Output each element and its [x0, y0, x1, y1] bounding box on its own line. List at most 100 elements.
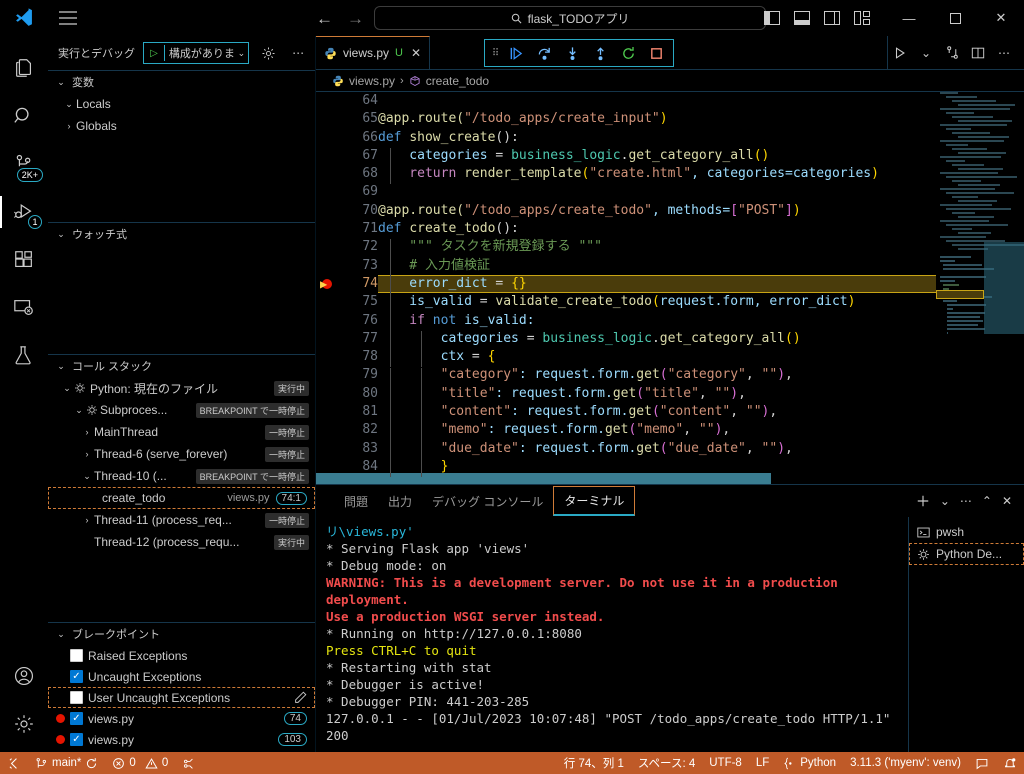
status-branch[interactable]: main* — [28, 752, 105, 774]
sidebar-item-remote-explorer[interactable] — [0, 284, 48, 332]
breakpoint-row-selected[interactable]: User Uncaught Exceptions — [48, 687, 315, 708]
remote-indicator[interactable] — [0, 752, 28, 774]
call-stack-row-selected[interactable]: create_todo views.py 74:1 — [48, 487, 315, 509]
status-encoding[interactable]: UTF-8 — [702, 752, 749, 774]
breakpoint-row[interactable]: ✓ Uncaught Exceptions — [48, 666, 315, 687]
tree-item-locals[interactable]: ⌄ Locals — [48, 93, 315, 115]
sidebar-item-source-control[interactable]: 2K+ — [0, 140, 48, 188]
toggle-panel-icon[interactable] — [794, 11, 810, 25]
call-stack-row[interactable]: Thread-12 (process_requ... 実行中 — [48, 531, 315, 553]
call-stack-row[interactable]: ⌄ Thread-10 (... BREAKPOINT で一時停止 — [48, 465, 315, 487]
ellipsis-icon[interactable]: ⋯ — [992, 41, 1016, 65]
tab-terminal[interactable]: ターミナル — [553, 486, 636, 516]
debug-toolbar-drag-handle[interactable]: ⠿ — [489, 48, 501, 59]
breakpoint-checkbox[interactable] — [70, 691, 83, 704]
call-stack-row[interactable]: ⌄ Python: 現在のファイル 実行中 — [48, 377, 315, 399]
sidebar-item-testing[interactable] — [0, 332, 48, 380]
call-stack-row[interactable]: › MainThread 一時停止 — [48, 421, 315, 443]
plus-icon[interactable] — [916, 494, 930, 508]
code-line[interactable]: 64 — [316, 92, 936, 110]
code-line[interactable]: 75 is_valid = validate_create_todo(reque… — [316, 293, 936, 311]
breakpoints-section-header[interactable]: ⌄ ブレークポイント — [48, 623, 315, 645]
maximize-button[interactable] — [932, 0, 978, 36]
toggle-secondary-sidebar-icon[interactable] — [824, 11, 840, 25]
status-language-mode[interactable]: Python — [776, 752, 843, 774]
watch-section-header[interactable]: ⌄ ウォッチ式 — [48, 223, 315, 245]
menu-button[interactable] — [48, 11, 88, 25]
call-stack-section-header[interactable]: ⌄ コール スタック — [48, 355, 315, 377]
customize-layout-icon[interactable] — [854, 11, 870, 25]
terminal-instance-python-debug[interactable]: Python De... — [909, 543, 1024, 565]
sidebar-item-run-and-debug[interactable]: 1 — [0, 188, 48, 236]
breakpoint-row[interactable]: ✓ views.py 103 — [48, 729, 315, 750]
step-out-icon[interactable] — [587, 41, 613, 65]
code-line[interactable]: 79 "category": request.form.get("categor… — [316, 366, 936, 384]
status-problems[interactable]: 0 0 — [105, 752, 175, 774]
tab-problems[interactable]: 問題 — [334, 486, 378, 516]
breakpoint-row[interactable]: Raised Exceptions — [48, 645, 315, 666]
code-line[interactable]: 69 — [316, 183, 936, 201]
horizontal-scrollbar[interactable] — [316, 473, 771, 484]
minimize-button[interactable]: — — [886, 0, 932, 36]
stop-icon[interactable] — [643, 41, 669, 65]
call-stack-row[interactable]: ⌄ Subproces... BREAKPOINT で一時停止 — [48, 399, 315, 421]
code-line[interactable]: 83 "due_date": request.form.get("due_dat… — [316, 440, 936, 458]
variables-section-header[interactable]: ⌄ 変数 — [48, 71, 315, 93]
pencil-icon[interactable] — [294, 691, 307, 704]
continue-icon[interactable] — [503, 41, 529, 65]
launch-configuration-select[interactable]: ▷ 構成がありま ⌄ — [143, 42, 250, 64]
status-feedback[interactable] — [968, 752, 996, 774]
chevron-down-icon[interactable]: ⌄ — [914, 41, 938, 65]
accounts-button[interactable] — [0, 652, 48, 700]
breakpoint-checkbox[interactable]: ✓ — [70, 712, 83, 725]
call-stack-row[interactable]: › Thread-11 (process_req... 一時停止 — [48, 509, 315, 531]
code-line[interactable]: 78 ctx = { — [316, 348, 936, 366]
code-line[interactable]: 81 "content": request.form.get("content"… — [316, 403, 936, 421]
code-line[interactable]: 71 def create_todo(): — [316, 220, 936, 238]
code-line[interactable]: 68 return render_template("create.html",… — [316, 165, 936, 183]
open-launch-json-gear-icon[interactable] — [257, 42, 279, 64]
breakpoint-row[interactable]: ✓ views.py 74 — [48, 708, 315, 729]
sidebar-more-actions-icon[interactable]: ⋯ — [287, 42, 309, 64]
close-button[interactable]: ✕ — [978, 0, 1024, 36]
status-indentation[interactable]: スペース: 4 — [631, 752, 702, 774]
code-line[interactable]: 82 "memo": request.form.get("memo", ""), — [316, 421, 936, 439]
status-cursor-position[interactable]: 行 74、列 1 — [557, 752, 631, 774]
ellipsis-icon[interactable]: ⋯ — [960, 494, 972, 508]
step-over-icon[interactable] — [531, 41, 557, 65]
status-python-interpreter[interactable]: 3.11.3 ('myenv': venv) — [843, 752, 968, 774]
split-editor-icon[interactable] — [966, 41, 990, 65]
forward-button[interactable]: → — [347, 10, 364, 27]
sidebar-item-search[interactable] — [0, 92, 48, 140]
code-line[interactable]: 70 @app.route("/todo_apps/create_todo", m… — [316, 202, 936, 220]
code-line[interactable]: 80 "title": request.form.get("title", ""… — [316, 385, 936, 403]
status-eol[interactable]: LF — [749, 752, 776, 774]
tab-debug-console[interactable]: デバッグ コンソール — [422, 486, 553, 516]
start-debugging-icon[interactable]: ▷ — [144, 48, 164, 59]
terminal-output[interactable]: リ\views.py' * Serving Flask app 'views' … — [316, 517, 908, 752]
code-line[interactable]: 74 ▶ error_dict = {} — [316, 274, 936, 294]
call-stack-row[interactable]: › Thread-6 (serve_forever) 一時停止 — [48, 443, 315, 465]
play-icon[interactable] — [888, 41, 912, 65]
code-scroll[interactable]: 64 65 @app.route("/todo_apps/create_input… — [316, 92, 936, 484]
terminal-instance-pwsh[interactable]: pwsh — [909, 521, 1024, 543]
tab-views-py[interactable]: views.py U ✕ — [316, 36, 431, 69]
chevron-down-icon[interactable]: ⌄ — [234, 48, 248, 59]
code-line[interactable]: 73 # 入力値検証 — [316, 257, 936, 275]
close-icon[interactable]: ✕ — [1002, 494, 1012, 508]
code-line[interactable]: 65 @app.route("/todo_apps/create_input") — [316, 110, 936, 128]
code-line[interactable]: 66 def show_create(): — [316, 129, 936, 147]
minimap[interactable] — [936, 92, 1024, 484]
breakpoint-checkbox[interactable] — [70, 649, 83, 662]
status-notifications[interactable] — [996, 752, 1024, 774]
back-button[interactable]: ← — [316, 10, 333, 27]
restart-icon[interactable] — [615, 41, 641, 65]
command-search-box[interactable]: flask_TODOアプリ — [374, 6, 766, 30]
manage-settings-button[interactable] — [0, 700, 48, 748]
source-control-icon[interactable] — [940, 41, 964, 65]
sidebar-item-extensions[interactable] — [0, 236, 48, 284]
toggle-primary-sidebar-icon[interactable] — [764, 11, 780, 25]
minimap-slider[interactable] — [984, 242, 1024, 334]
tree-item-globals[interactable]: › Globals — [48, 115, 315, 137]
code-line[interactable]: 67 categories = business_logic.get_categ… — [316, 147, 936, 165]
